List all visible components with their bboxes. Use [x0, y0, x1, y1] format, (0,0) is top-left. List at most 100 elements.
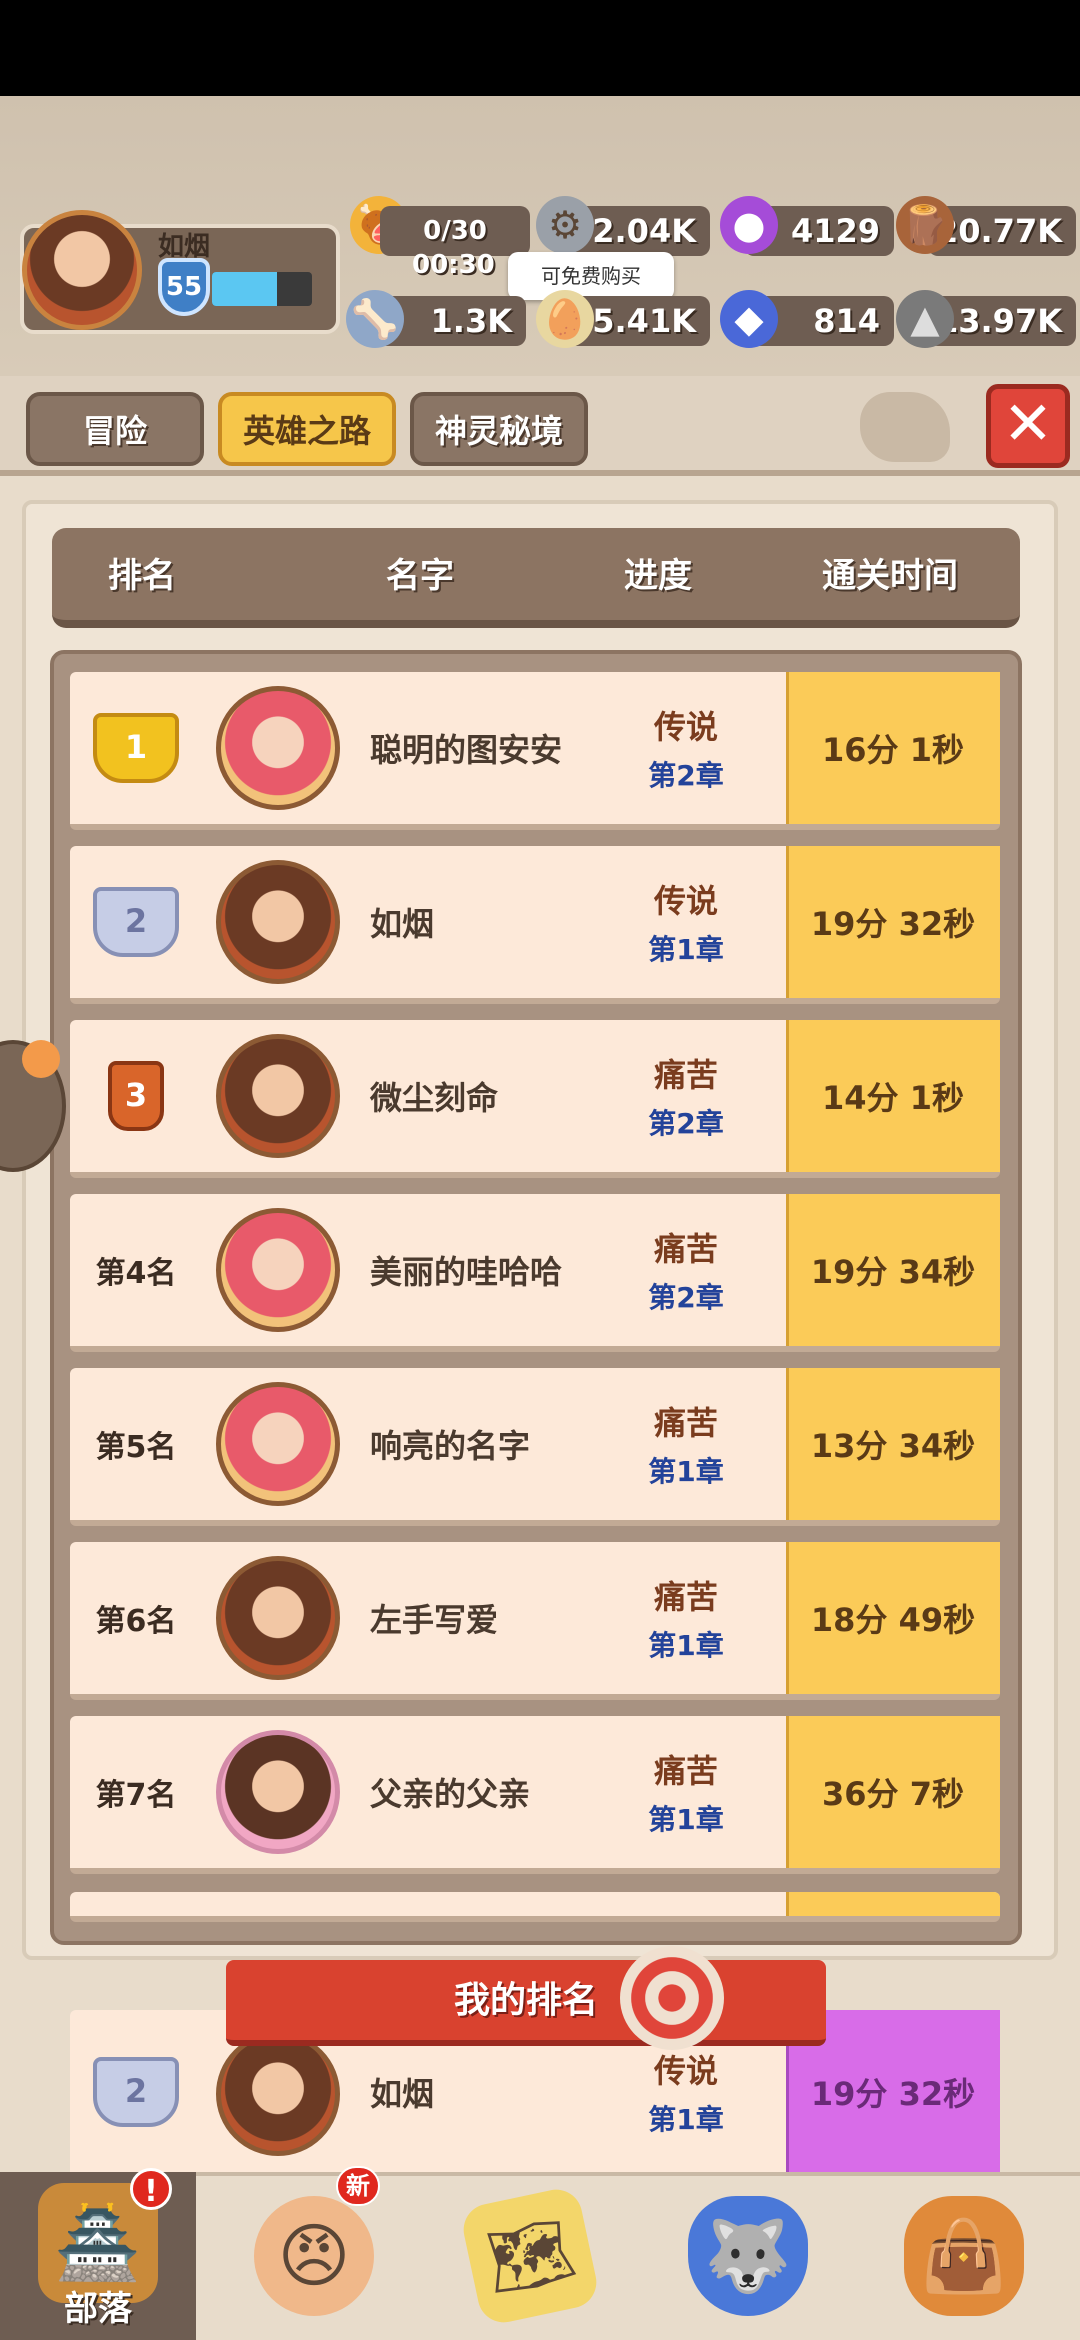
my-progress: 传说 第1章	[626, 2046, 746, 2138]
gem-icon[interactable]: ◆	[720, 290, 778, 348]
header-name: 名字	[386, 556, 454, 596]
progress-cell: 痛苦第2章	[626, 1224, 746, 1316]
nav-bag[interactable]: 👜	[866, 2172, 1062, 2340]
bag-icon: 👜	[904, 2196, 1024, 2316]
clear-time: 19分 32秒	[810, 905, 976, 943]
level-badge: 55	[158, 258, 210, 316]
chapter-label: 第2章	[648, 1281, 724, 1314]
list-item[interactable]: 2 如烟 传说 第1章 19分 32秒	[70, 846, 1000, 1004]
nut-icon[interactable]: ⚙	[536, 196, 594, 254]
chapter-label: 第1章	[648, 1455, 724, 1488]
progress-cell: 传说第1章	[626, 876, 746, 968]
clear-time: 16分 1秒	[822, 731, 964, 769]
free-purchase-tooltip: 可免费购买	[508, 252, 674, 300]
rank-cell: 第7名	[95, 1778, 177, 1813]
rank-cell: 第5名	[95, 1430, 177, 1465]
tab-hero-road[interactable]: 英雄之路	[218, 392, 396, 466]
time-cell	[786, 1892, 1000, 1916]
player-name-cell: 父亲的父亲	[370, 1775, 531, 1813]
header-progress: 进度	[624, 556, 692, 596]
avatar	[216, 1034, 340, 1158]
my-avatar	[216, 2032, 340, 2156]
nav-pet[interactable]: 🐺	[650, 2172, 846, 2340]
nav-tribe-label: 部落	[64, 2288, 132, 2329]
clear-time: 14分 1秒	[822, 1079, 964, 1117]
wood-icon[interactable]: 🪵	[896, 196, 954, 254]
list-item[interactable]: 3 微尘刻命 痛苦第2章 14分 1秒	[70, 1020, 1000, 1178]
player-avatar[interactable]	[22, 210, 142, 330]
avatar	[216, 1382, 340, 1506]
chapter-label: 第1章	[648, 1629, 724, 1662]
avatar	[216, 1730, 340, 1854]
progress-cell: 痛苦第1章	[626, 1746, 746, 1838]
silver-trophy-icon: 2	[93, 2057, 179, 2127]
difficulty-label: 痛苦	[653, 1056, 718, 1094]
list-item[interactable]: 第5名 响亮的名字 痛苦第1章 13分 34秒	[70, 1368, 1000, 1526]
chapter-label: 第2章	[648, 1107, 724, 1140]
header-clear-time: 通关时间	[822, 556, 958, 596]
avatar	[216, 686, 340, 810]
list-item[interactable]: 1 聪明的图安安 传说第2章 16分 1秒	[70, 672, 1000, 830]
player-name-cell: 响亮的名字	[370, 1427, 531, 1465]
chapter-label: 第2章	[648, 759, 724, 792]
xp-bar-fill	[212, 272, 277, 306]
difficulty-label: 痛苦	[653, 1752, 718, 1790]
list-item-partial	[70, 1892, 1000, 1922]
my-chapter: 第1章	[648, 2103, 724, 2136]
rank-cell: 第6名	[95, 1604, 177, 1639]
xp-bar	[212, 272, 312, 306]
list-item[interactable]: 第6名 左手写爱 痛苦第1章 18分 49秒	[70, 1542, 1000, 1700]
stone-icon[interactable]: ▲	[896, 290, 954, 348]
tab-spirit-realm[interactable]: 神灵秘境	[410, 392, 588, 466]
player-name-cell: 左手写爱	[370, 1601, 499, 1639]
avatar	[216, 1208, 340, 1332]
header-rank: 排名	[108, 556, 176, 596]
clear-time: 13分 34秒	[810, 1427, 976, 1465]
avatar	[216, 1556, 340, 1680]
chapter-label: 第1章	[648, 1803, 724, 1836]
bone-icon[interactable]: 🦴	[346, 290, 404, 348]
progress-cell: 痛苦第1章	[626, 1572, 746, 1664]
map-icon: 🗺	[458, 2184, 602, 2328]
bronze-trophy-icon: 3	[108, 1061, 164, 1131]
new-badge: 新	[336, 2166, 380, 2206]
list-item[interactable]: 第7名 父亲的父亲 痛苦第1章 36分 7秒	[70, 1716, 1000, 1874]
notification-dot	[22, 1040, 60, 1078]
alert-badge: !	[130, 2168, 172, 2210]
difficulty-label: 痛苦	[653, 1230, 718, 1268]
gold-trophy-icon: 1	[93, 713, 179, 783]
nav-hero[interactable]: 😠	[216, 2172, 412, 2340]
difficulty-label: 传说	[653, 882, 718, 920]
status-bar	[0, 0, 1080, 96]
rank-cell: 第4名	[95, 1256, 177, 1291]
rank-cell: 2	[86, 846, 186, 998]
pet-icon: 🐺	[688, 2196, 808, 2316]
close-button[interactable]: ✕	[986, 384, 1070, 468]
meat-timer: 00:30	[412, 250, 495, 280]
meat-value: 0/30	[380, 206, 530, 256]
my-rank-banner: 我的排名	[226, 1960, 826, 2046]
rank-cell: 1	[86, 672, 186, 824]
hero-icon: 😠	[254, 2196, 374, 2316]
difficulty-label: 痛苦	[653, 1404, 718, 1442]
potion-icon[interactable]: ●	[720, 196, 778, 254]
player-name-cell: 微尘刻命	[370, 1079, 499, 1117]
clear-time: 18分 49秒	[810, 1601, 976, 1639]
avatar	[216, 860, 340, 984]
my-difficulty: 传说	[653, 2052, 718, 2090]
chapter-label: 第1章	[648, 933, 724, 966]
clear-time: 19分 34秒	[810, 1253, 976, 1291]
my-rank-cell: 2	[86, 2010, 186, 2174]
player-name-cell: 聪明的图安安	[370, 731, 563, 769]
list-item[interactable]: 第4名 美丽的哇哈哈 痛苦 第2章 19分 34秒	[70, 1194, 1000, 1352]
difficulty-label: 痛苦	[653, 1578, 718, 1616]
progress-cell: 痛苦第1章	[626, 1398, 746, 1490]
silver-trophy-icon: 2	[93, 887, 179, 957]
nav-map[interactable]: 🗺	[432, 2172, 628, 2340]
target-icon	[620, 1946, 724, 2050]
difficulty-label: 传说	[653, 708, 718, 746]
tab-adventure[interactable]: 冒险	[26, 392, 204, 466]
clear-time: 36分 7秒	[822, 1775, 964, 1813]
decorative-stone	[860, 392, 950, 462]
egg-icon[interactable]: 🥚	[536, 290, 594, 348]
